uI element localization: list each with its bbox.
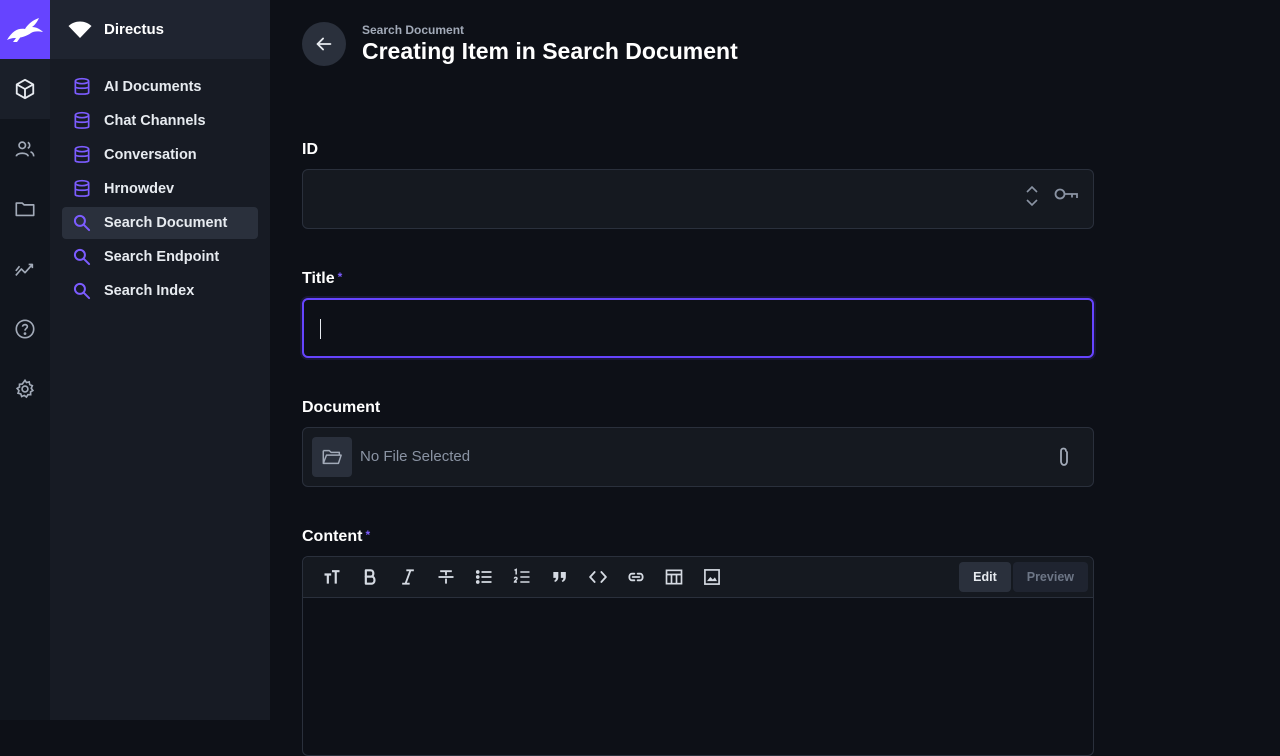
help-icon: [15, 319, 35, 339]
rail-users-button[interactable]: [0, 119, 50, 179]
gear-icon: [15, 378, 35, 399]
folder-open-icon: [322, 449, 342, 465]
required-mark: *: [365, 528, 371, 542]
rabbit-logo-icon: [7, 17, 43, 42]
nav-item-label: AI Documents: [104, 79, 202, 95]
rail-files-button[interactable]: [0, 179, 50, 239]
database-icon: [74, 111, 90, 129]
id-field[interactable]: [302, 169, 1094, 229]
directus-logo[interactable]: [0, 0, 50, 59]
page-title: Creating Item in Search Document: [362, 38, 738, 64]
chevron-up-icon[interactable]: [1025, 184, 1039, 194]
id-stepper[interactable]: [1025, 184, 1039, 208]
insights-icon: [15, 263, 34, 276]
collection-list: AI Documents Chat Channels Conversation …: [50, 59, 270, 321]
text-caret: [320, 319, 321, 339]
nav-item-search-endpoint[interactable]: Search Endpoint: [62, 241, 258, 273]
italic-button[interactable]: [389, 561, 427, 593]
wifi-icon: [68, 21, 92, 38]
heading-button[interactable]: [313, 561, 351, 593]
file-browse-button[interactable]: [312, 437, 352, 477]
document-field[interactable]: No File Selected: [302, 427, 1094, 487]
link-icon: [628, 572, 644, 582]
editor-mode-toggle: Edit Preview: [959, 562, 1088, 592]
database-icon: [74, 145, 90, 163]
code-icon: [589, 571, 607, 583]
quote-icon: [553, 572, 566, 582]
nav-item-hrnowdev[interactable]: Hrnowdev: [62, 173, 258, 205]
table-button[interactable]: [655, 561, 693, 593]
id-field-icons: [1025, 184, 1079, 208]
editor-toolbar: Edit Preview: [303, 557, 1093, 598]
key-icon: [1053, 185, 1079, 208]
italic-icon: [402, 569, 414, 585]
title-input[interactable]: [304, 300, 1092, 356]
numbered-list-button[interactable]: [503, 561, 541, 593]
content-icon: [15, 78, 35, 100]
rail-content-button[interactable]: [0, 59, 50, 119]
document-label: Document: [302, 399, 381, 416]
database-icon: [74, 179, 90, 197]
project-header[interactable]: Directus: [50, 0, 270, 59]
nav-item-chat-channels[interactable]: Chat Channels: [62, 105, 258, 137]
arrow-left-icon: [316, 37, 332, 51]
nav-item-search-document[interactable]: Search Document: [62, 207, 258, 239]
nav-item-label: Chat Channels: [104, 113, 206, 129]
nav-item-ai-documents[interactable]: AI Documents: [62, 71, 258, 103]
search-icon: [73, 214, 91, 232]
link-button[interactable]: [617, 561, 655, 593]
database-icon: [74, 77, 90, 95]
title-field[interactable]: [302, 298, 1094, 358]
bullet-list-icon: [475, 570, 492, 584]
paperclip-icon[interactable]: [1055, 446, 1073, 473]
nav-item-conversation[interactable]: Conversation: [62, 139, 258, 171]
bold-button[interactable]: [351, 561, 389, 593]
rail-insights-button[interactable]: [0, 239, 50, 299]
image-button[interactable]: [693, 561, 731, 593]
module-rail: [0, 0, 50, 720]
chevron-down-icon[interactable]: [1025, 198, 1039, 208]
title-label: Title *: [302, 270, 343, 287]
collections-nav: Directus AI Documents Chat Channels Conv…: [50, 0, 270, 720]
edit-mode-button[interactable]: Edit: [959, 562, 1011, 592]
rail-settings-button[interactable]: [0, 359, 50, 419]
nav-item-label: Conversation: [104, 147, 197, 163]
nav-item-label: Search Index: [104, 283, 195, 299]
users-icon: [15, 141, 35, 157]
back-button[interactable]: [302, 22, 346, 66]
breadcrumb[interactable]: Search Document: [362, 23, 738, 37]
nav-item-label: Search Document: [104, 215, 228, 231]
strikethrough-icon: [438, 570, 454, 584]
no-file-text: No File Selected: [360, 448, 471, 465]
numbered-list-icon: [513, 568, 530, 583]
folder-icon: [15, 202, 35, 217]
search-icon: [73, 248, 91, 266]
preview-mode-button[interactable]: Preview: [1012, 562, 1088, 592]
id-label: ID: [302, 141, 318, 158]
content-label: Content *: [302, 528, 371, 545]
id-input[interactable]: [303, 170, 1093, 228]
image-icon: [704, 569, 720, 585]
markdown-editor[interactable]: Edit Preview: [302, 556, 1094, 756]
nav-item-search-index[interactable]: Search Index: [62, 275, 258, 307]
nav-item-label: Search Endpoint: [104, 249, 220, 265]
bullet-list-button[interactable]: [465, 561, 503, 593]
table-icon: [665, 569, 683, 585]
strikethrough-button[interactable]: [427, 561, 465, 593]
required-mark: *: [337, 270, 343, 284]
code-button[interactable]: [579, 561, 617, 593]
main-content: Search Document Creating Item in Search …: [270, 0, 1280, 756]
rail-help-button[interactable]: [0, 299, 50, 359]
page-header: Search Document Creating Item in Search …: [302, 22, 738, 66]
bold-icon: [364, 569, 376, 585]
nav-item-label: Hrnowdev: [104, 181, 175, 197]
search-icon: [73, 282, 91, 300]
project-name: Directus: [104, 21, 165, 38]
text-size-icon: [324, 570, 340, 584]
blockquote-button[interactable]: [541, 561, 579, 593]
